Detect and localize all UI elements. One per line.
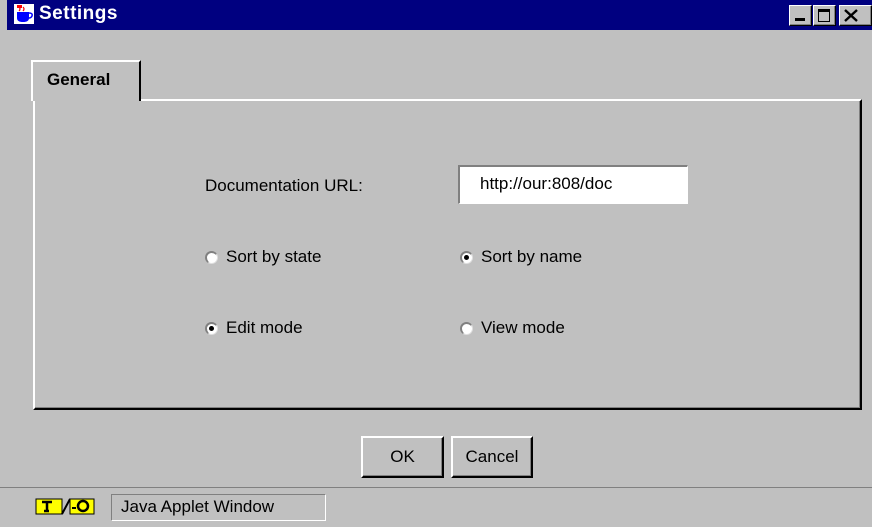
general-panel xyxy=(33,99,862,410)
documentation-url-label: Documentation URL: xyxy=(205,176,363,195)
minimize-icon[interactable] xyxy=(789,5,812,26)
java-applet-window-label: Java Applet Window xyxy=(111,494,326,521)
edit-mode-label: Edit mode xyxy=(226,318,303,337)
radio-checked-icon xyxy=(460,250,473,264)
sort-by-state-radio[interactable]: Sort by state xyxy=(205,247,321,267)
ok-button[interactable]: OK xyxy=(361,436,444,478)
window-title: Settings xyxy=(39,3,118,24)
java-applet-icon xyxy=(34,496,96,516)
radio-unchecked-icon xyxy=(205,250,218,264)
sort-by-state-label: Sort by state xyxy=(226,247,322,266)
cancel-button[interactable]: Cancel xyxy=(451,436,533,478)
edit-mode-radio[interactable]: Edit mode xyxy=(205,318,303,338)
tab-general-label: General xyxy=(47,70,111,89)
maximize-icon[interactable] xyxy=(813,5,836,26)
status-divider xyxy=(0,487,872,488)
view-mode-radio[interactable]: View mode xyxy=(460,318,565,338)
documentation-url-input[interactable]: http://our:808/doc xyxy=(458,165,688,204)
java-cup-icon xyxy=(14,4,34,24)
sort-by-name-radio[interactable]: Sort by name xyxy=(460,247,582,267)
title-bar[interactable]: Settings xyxy=(7,0,872,30)
sort-by-name-label: Sort by name xyxy=(481,247,583,266)
settings-window: Settings General Documentation URL: http… xyxy=(0,0,872,527)
close-icon[interactable] xyxy=(839,5,872,26)
radio-checked-icon xyxy=(205,321,218,335)
tab-general[interactable]: General xyxy=(31,60,141,101)
view-mode-label: View mode xyxy=(481,318,565,337)
radio-unchecked-icon xyxy=(460,321,473,335)
